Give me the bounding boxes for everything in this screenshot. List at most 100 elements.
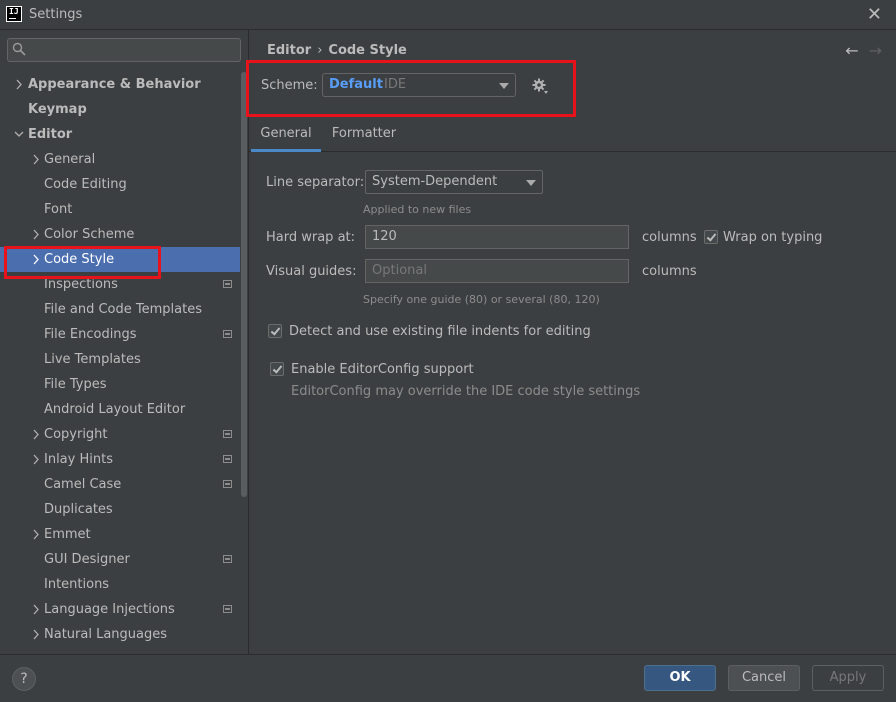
- chevron-right-icon[interactable]: [31, 222, 41, 247]
- sidebar-item-label: Inlay Hints: [44, 452, 113, 467]
- detect-indents-checkbox[interactable]: [268, 324, 282, 338]
- scheme-name: Default: [329, 77, 383, 92]
- project-level-icon: [223, 280, 232, 288]
- breadcrumb-current: Code Style: [328, 43, 407, 58]
- settings-sidebar: Appearance & Behavior Keymap Editor General…: [0, 30, 248, 654]
- sidebar-item-copyright[interactable]: Copyright: [0, 422, 240, 447]
- chevron-right-icon[interactable]: [31, 147, 41, 172]
- visual-guides-label: Visual guides:: [266, 264, 357, 279]
- title-bar: IJ Settings ✕: [0, 0, 896, 30]
- cancel-button[interactable]: Cancel: [728, 665, 800, 691]
- apply-button[interactable]: Apply: [812, 665, 884, 691]
- chevron-right-icon[interactable]: [31, 447, 41, 472]
- close-icon[interactable]: ✕: [867, 4, 882, 25]
- sidebar-item-intentions[interactable]: Intentions: [0, 572, 240, 597]
- dialog-footer: ? OK Cancel Apply: [0, 654, 896, 702]
- sidebar-item-file-encodings[interactable]: File Encodings: [0, 322, 240, 347]
- gear-icon[interactable]: [531, 77, 549, 95]
- sidebar-item-inspections[interactable]: Inspections: [0, 272, 240, 297]
- sidebar-item-label: Natural Languages: [44, 627, 168, 642]
- help-button[interactable]: ?: [12, 667, 36, 691]
- hard-wrap-label: Hard wrap at:: [266, 230, 356, 245]
- tab-general[interactable]: General: [251, 120, 321, 152]
- breadcrumb: Editor › Code Style: [267, 43, 407, 58]
- sidebar-item-code-style[interactable]: Code Style: [0, 247, 240, 272]
- chevron-right-icon[interactable]: [31, 622, 41, 647]
- search-input[interactable]: [7, 38, 241, 62]
- chevron-right-icon[interactable]: [31, 522, 41, 547]
- sidebar-item-label: Appearance & Behavior: [28, 77, 201, 92]
- wrap-on-typing-checkbox[interactable]: [704, 230, 718, 244]
- content-panel: Editor › Code Style ← → Scheme: Default IDE…: [248, 30, 896, 654]
- visual-guides-placeholder: Optional: [372, 263, 427, 278]
- sidebar-item-live-templates[interactable]: Live Templates: [0, 347, 240, 372]
- line-separator-dropdown[interactable]: System-Dependent: [365, 170, 543, 194]
- ok-button[interactable]: OK: [644, 665, 716, 691]
- line-separator-hint: Applied to new files: [363, 203, 472, 216]
- search-icon: [12, 42, 26, 56]
- chevron-right-icon[interactable]: [31, 247, 41, 272]
- scheme-label: Scheme:: [261, 78, 318, 93]
- sidebar-item-file-types[interactable]: File Types: [0, 372, 240, 397]
- hard-wrap-unit: columns: [642, 230, 697, 245]
- sidebar-item-label: File Encodings: [44, 327, 137, 342]
- sidebar-item-label: Inspections: [44, 277, 118, 292]
- back-arrow-icon[interactable]: ←: [845, 41, 858, 60]
- project-level-icon: [223, 330, 232, 338]
- hard-wrap-field[interactable]: 120: [365, 225, 629, 249]
- sidebar-item-label: Live Templates: [44, 352, 141, 367]
- sidebar-item-camel-case[interactable]: Camel Case: [0, 472, 240, 497]
- sidebar-item-appearance-behavior[interactable]: Appearance & Behavior: [0, 72, 240, 97]
- scheme-type: IDE: [384, 77, 407, 92]
- project-level-icon: [223, 605, 232, 613]
- app-icon-text: IJ: [9, 7, 19, 16]
- sidebar-item-duplicates[interactable]: Duplicates: [0, 497, 240, 522]
- project-level-icon: [223, 455, 232, 463]
- sidebar-item-label: Code Style: [44, 252, 115, 267]
- chevron-right-icon[interactable]: [14, 72, 24, 97]
- sidebar-item-label: GUI Designer: [44, 552, 130, 567]
- sidebar-item-inlay-hints[interactable]: Inlay Hints: [0, 447, 240, 472]
- sidebar-item-editor[interactable]: Editor: [0, 122, 240, 147]
- editorconfig-checkbox[interactable]: [270, 362, 284, 376]
- sidebar-item-gui-designer[interactable]: GUI Designer: [0, 547, 240, 572]
- sidebar-item-natural-languages[interactable]: Natural Languages: [0, 622, 240, 647]
- sidebar-item-label: Language Injections: [44, 602, 175, 617]
- chevron-right-icon[interactable]: [31, 422, 41, 447]
- visual-guides-unit: columns: [642, 264, 697, 279]
- sidebar-item-language-injections[interactable]: Language Injections: [0, 597, 240, 622]
- scheme-dropdown[interactable]: Default IDE: [322, 73, 516, 97]
- chevron-down-icon[interactable]: [14, 122, 24, 147]
- sidebar-item-code-editing[interactable]: Code Editing: [0, 172, 240, 197]
- line-separator-value: System-Dependent: [372, 174, 498, 189]
- breadcrumb-parent[interactable]: Editor: [267, 43, 311, 58]
- chevron-right-icon[interactable]: [31, 597, 41, 622]
- dropdown-arrow-icon: [499, 83, 509, 89]
- editorconfig-label[interactable]: Enable EditorConfig support: [291, 362, 474, 377]
- hard-wrap-value: 120: [372, 229, 397, 244]
- visual-guides-hint: Specify one guide (80) or several (80, 1…: [363, 293, 600, 306]
- tab-formatter[interactable]: Formatter: [329, 120, 399, 152]
- sidebar-item-color-scheme[interactable]: Color Scheme: [0, 222, 240, 247]
- dropdown-arrow-icon: [526, 180, 536, 186]
- sidebar-item-emmet[interactable]: Emmet: [0, 522, 240, 547]
- window-title: Settings: [29, 7, 83, 22]
- sidebar-item-android-layout-editor[interactable]: Android Layout Editor: [0, 397, 240, 422]
- project-level-icon: [223, 480, 232, 488]
- sidebar-item-label: File and Code Templates: [44, 302, 202, 317]
- sidebar-item-font[interactable]: Font: [0, 197, 240, 222]
- sidebar-item-keymap[interactable]: Keymap: [0, 97, 240, 122]
- sidebar-item-general[interactable]: General: [0, 147, 240, 172]
- sidebar-item-label: File Types: [44, 377, 107, 392]
- visual-guides-field[interactable]: Optional: [365, 259, 629, 283]
- sidebar-item-label: Emmet: [44, 527, 91, 542]
- sidebar-item-file-and-code-templates[interactable]: File and Code Templates: [0, 297, 240, 322]
- wrap-on-typing-label[interactable]: Wrap on typing: [723, 230, 822, 245]
- line-separator-label: Line separator:: [266, 175, 365, 190]
- detect-indents-label[interactable]: Detect and use existing file indents for…: [289, 324, 591, 339]
- project-level-icon: [223, 555, 232, 563]
- sidebar-item-label: Font: [44, 202, 73, 217]
- sidebar-scrollbar[interactable]: [241, 72, 247, 497]
- editorconfig-note: EditorConfig may override the IDE code s…: [291, 384, 641, 399]
- forward-arrow-icon[interactable]: →: [869, 41, 882, 60]
